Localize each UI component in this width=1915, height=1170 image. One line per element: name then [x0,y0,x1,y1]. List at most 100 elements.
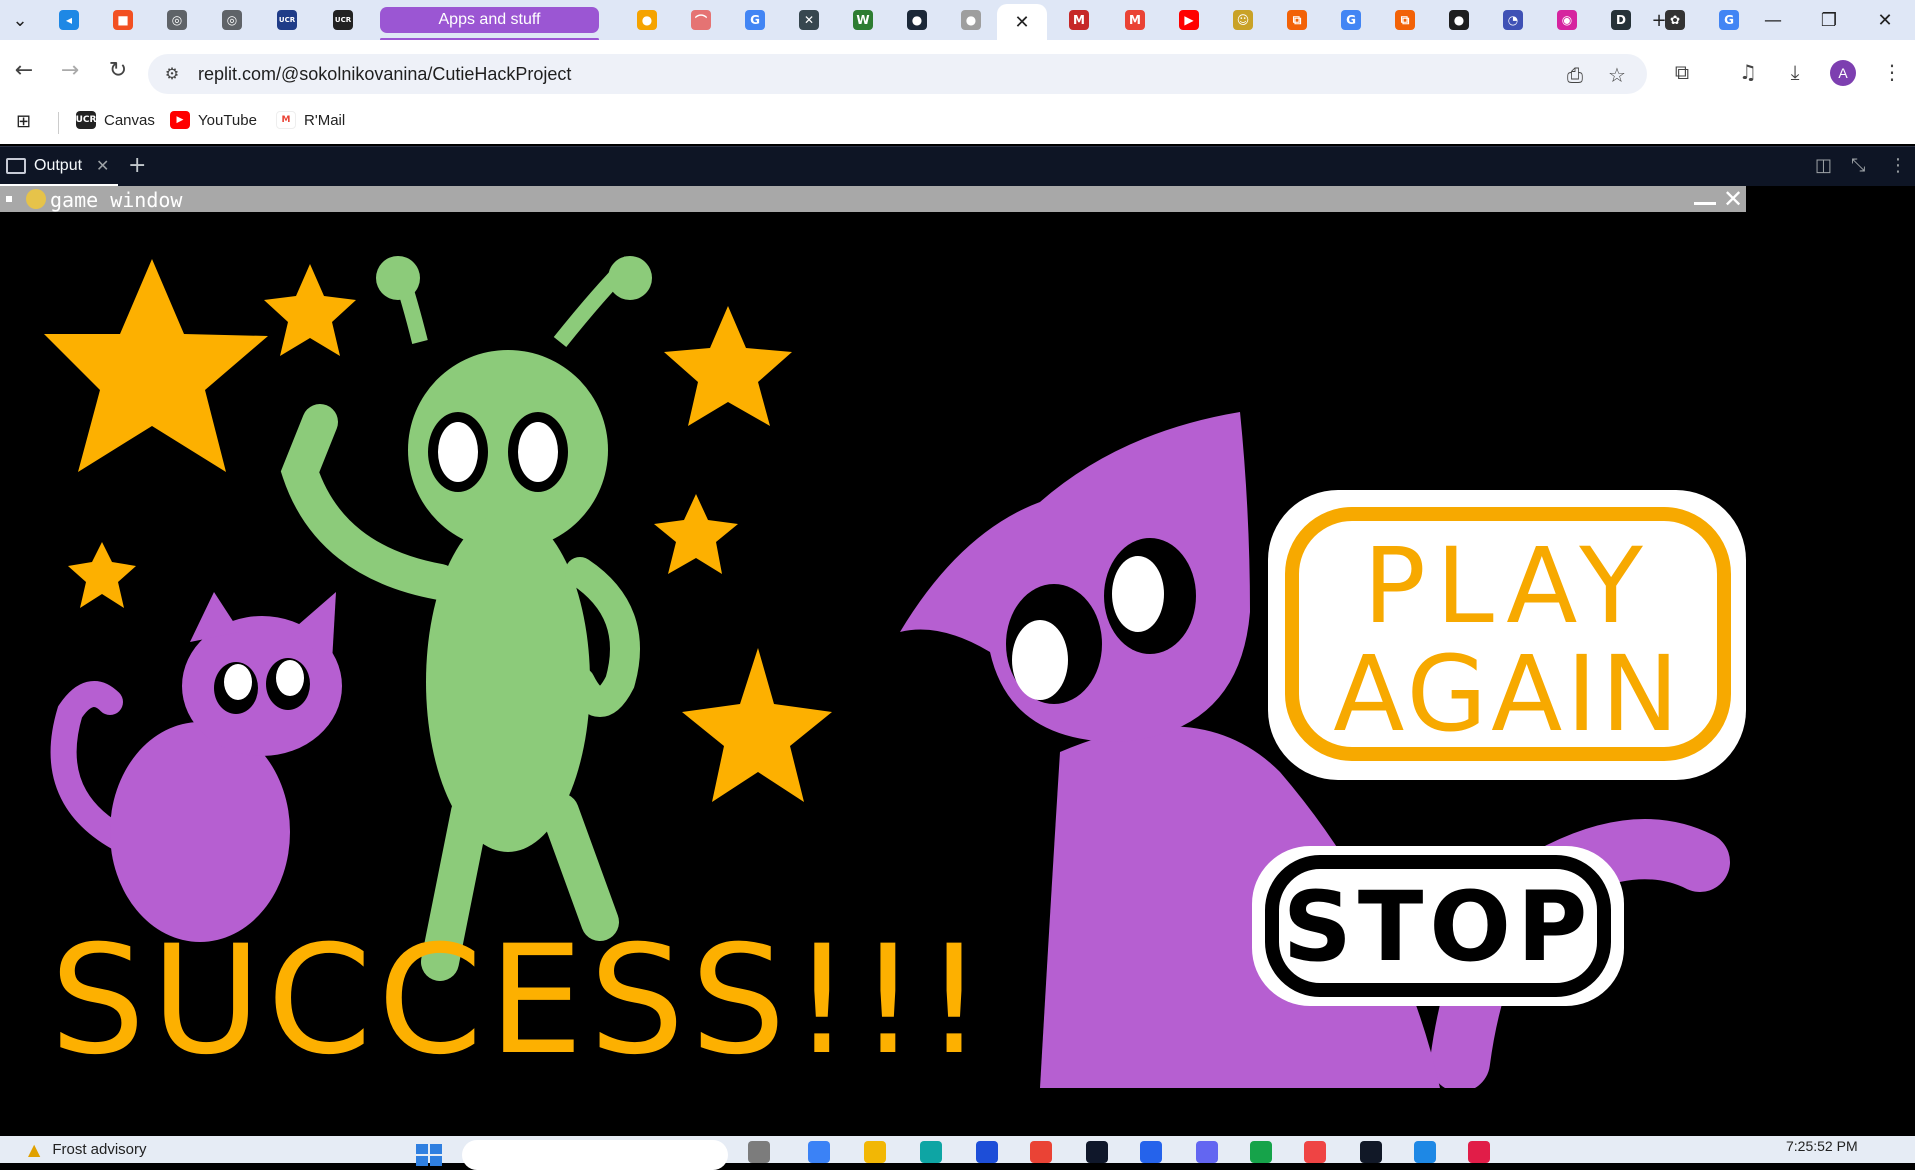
tab-group-apps-and-stuff[interactable]: Apps and stuff [380,7,599,33]
star-shape [664,306,792,426]
media-controls-icon[interactable]: ♫ [1732,56,1764,88]
tab[interactable]: M [1110,5,1160,35]
snipping-tool-icon[interactable] [1468,1141,1490,1163]
close-window-button[interactable]: ✕ [1857,0,1913,40]
apps-grid-icon[interactable]: ⊞ [16,111,31,132]
tab[interactable]: ● [946,5,996,35]
back-button[interactable]: ← [6,52,42,88]
tab[interactable]: G [1326,5,1376,35]
stop-button[interactable]: STOP [1252,846,1624,1006]
app-icon[interactable] [976,1141,998,1163]
tab[interactable]: ⧉ [1272,5,1322,35]
tab[interactable]: ◎ [152,5,202,35]
small-cat-pupil-right [276,660,304,696]
gmail-icon[interactable] [1030,1141,1052,1163]
collapse-icon[interactable]: ⤡ [1851,155,1865,176]
pane-menu-icon[interactable]: ⋮ [1889,155,1907,176]
tab-replit-active[interactable]: ✕ [997,4,1047,40]
clock-icon: ◔ [1503,10,1523,30]
orange-circle-icon: ● [637,10,657,30]
reload-button[interactable]: ↻ [100,52,136,88]
restore-window-button[interactable]: ❐ [1801,0,1857,40]
tab[interactable]: UCR [318,5,368,35]
file-explorer-icon[interactable] [864,1141,886,1163]
vscode-icon[interactable] [1414,1141,1436,1163]
bookmark-rmail[interactable]: M R'Mail [276,111,345,129]
alien-pupil-right [518,422,558,482]
tab[interactable]: ▶ [1164,5,1214,35]
forward-button[interactable]: → [52,52,88,88]
success-screen-art: PLAY AGAIN STOP SUCCESS!!! [44,256,1746,1092]
bookmark-youtube[interactable]: ▶ YouTube [170,111,257,129]
google-icon: G [1719,10,1739,30]
tab[interactable]: ◉ [1542,5,1592,35]
game-canvas[interactable]: PLAY AGAIN STOP SUCCESS!!! [0,212,1746,1092]
bookmark-canvas[interactable]: UCR Canvas [76,111,155,129]
weather-widget[interactable]: ▲ Frost advisory [28,1140,147,1159]
tab[interactable]: ● [892,5,942,35]
google-icon: G [745,10,765,30]
tab[interactable]: ● [1434,5,1484,35]
dropbox-icon[interactable] [1086,1141,1108,1163]
tab[interactable]: ■ [98,5,148,35]
taskbar-search-box[interactable] [462,1140,728,1170]
task-view-icon[interactable] [748,1141,770,1163]
weather-text: Frost advisory [52,1141,147,1158]
tab[interactable]: ⌒ [676,5,726,35]
tab[interactable]: ● [622,5,672,35]
tab[interactable]: ◎ [207,5,257,35]
profile-avatar[interactable]: A [1830,60,1856,86]
taskbar-clock[interactable]: 7:25:52 PM [1786,1138,1858,1154]
more-menu-icon[interactable]: ⋮ [1876,56,1908,88]
youtube-icon: ▶ [1179,10,1199,30]
game-close-button[interactable]: ✕ [1720,186,1746,212]
alien-antenna-right-tip [608,256,652,300]
edge-icon[interactable] [920,1141,942,1163]
play-again-button[interactable]: PLAY AGAIN [1268,490,1746,780]
tab[interactable]: ◔ [1488,5,1538,35]
play-again-line2[interactable]: AGAIN [1333,633,1683,755]
tab[interactable]: D [1596,5,1646,35]
tab-output[interactable]: Output ✕ [0,147,118,186]
instagram-icon: ◉ [1557,10,1577,30]
vpn-icon[interactable] [1140,1141,1162,1163]
add-pane-tab-button[interactable]: + [128,153,146,178]
bookmark-label: Canvas [104,111,155,129]
rainbow-icon: ⌒ [691,10,711,30]
tab-group-label: Apps and stuff [438,11,541,28]
extensions-icon[interactable]: ⧉ [1666,56,1698,88]
store-icon[interactable] [1250,1141,1272,1163]
tab[interactable]: ☺ [1218,5,1268,35]
game-window-titlebar[interactable]: game window ✕ [0,186,1746,212]
minimize-window-button[interactable]: — [1745,0,1801,40]
replit-icon: ⧉ [1287,10,1307,30]
stop-button-label[interactable]: STOP [1283,871,1594,983]
tab[interactable]: W [838,5,888,35]
chrome-icon[interactable] [1304,1141,1326,1163]
steam-icon[interactable] [1360,1141,1382,1163]
split-pane-icon[interactable]: ◫ [1815,155,1832,176]
close-icon[interactable]: ✕ [1014,12,1029,33]
bookmark-star-icon[interactable]: ☆ [1604,62,1630,88]
app-icon[interactable] [1196,1141,1218,1163]
tab[interactable]: ◂ [44,5,94,35]
downloads-icon[interactable]: ⤓ [1779,56,1811,88]
game-minimize-button[interactable] [1694,202,1716,205]
ucr-learn-icon: UCR [333,10,353,30]
tab-search-chevron-icon[interactable]: ⌄ [6,6,34,34]
vscode-icon: ◂ [59,10,79,30]
window-menu-icon[interactable] [6,196,12,202]
address-bar[interactable]: ⚙ replit.com/@sokolnikovanina/CutieHackP… [148,54,1647,94]
tab[interactable]: ✕ [784,5,834,35]
tab[interactable]: M [1054,5,1104,35]
install-app-icon[interactable]: ⎙ [1562,62,1588,88]
site-info-icon[interactable]: ⚙ [162,64,182,84]
tab[interactable]: UCR [262,5,312,35]
new-tab-button[interactable]: + [1645,6,1673,34]
url-text[interactable]: replit.com/@sokolnikovanina/CutieHackPro… [198,64,571,85]
tab[interactable]: ⧉ [1380,5,1430,35]
copilot-icon[interactable] [808,1141,830,1163]
play-again-line1[interactable]: PLAY [1363,525,1653,647]
tab[interactable]: G [730,5,780,35]
close-icon[interactable]: ✕ [96,156,109,175]
